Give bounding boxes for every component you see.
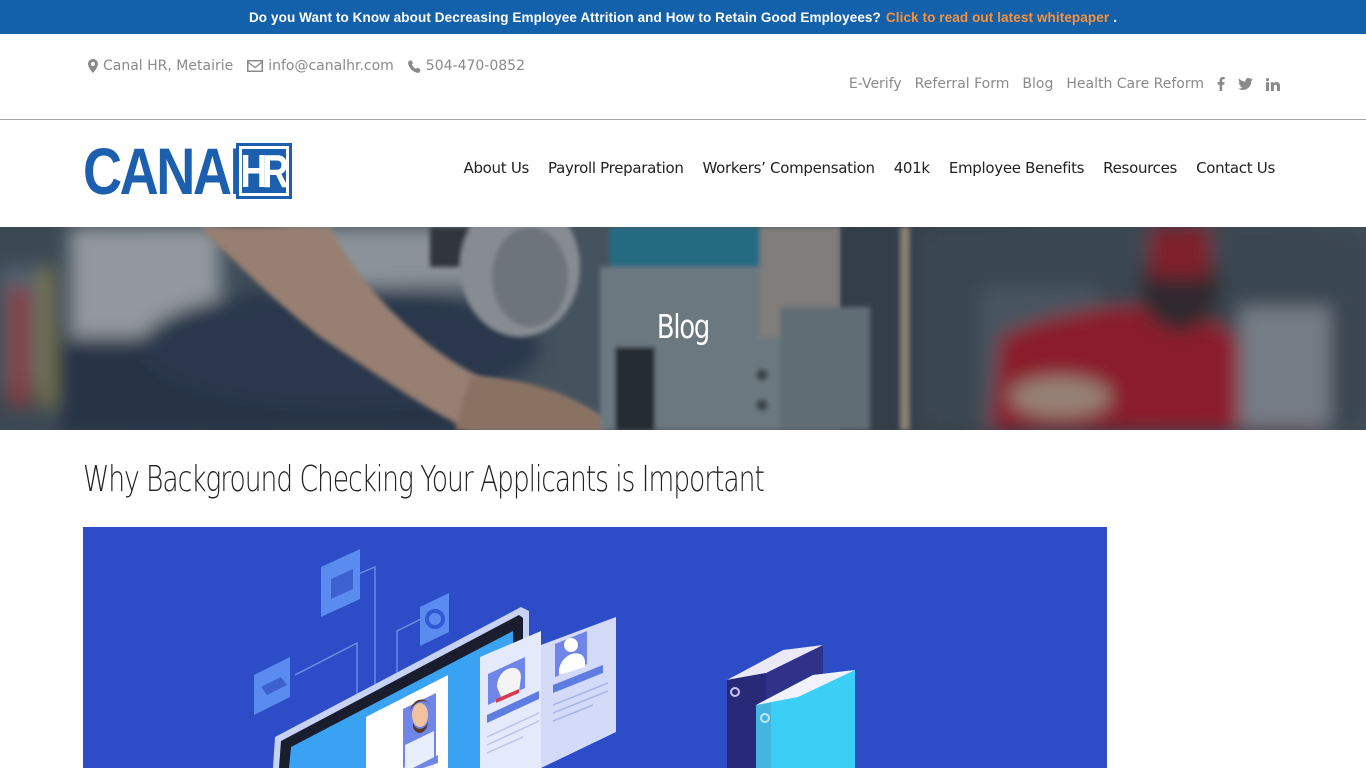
linkedin-link[interactable] (1266, 77, 1280, 91)
top-link-referral-form[interactable]: Referral Form (915, 76, 1010, 92)
top-info-bar: Canal HR, Metairie info@canalhr.com 504-… (0, 34, 1366, 120)
phone-text[interactable]: 504-470-0852 (426, 58, 525, 74)
canal-hr-logo[interactable]: CANAL HR (83, 134, 292, 208)
contact-location: Canal HR, Metairie (88, 58, 233, 74)
twitter-icon (1238, 78, 1253, 90)
top-link-e-verify[interactable]: E-Verify (849, 76, 902, 92)
email-text[interactable]: info@canalhr.com (268, 58, 394, 74)
phone-icon (407, 59, 421, 73)
site-header: CANAL HR About Us Payroll Preparation Wo… (0, 121, 1366, 227)
post-featured-image (83, 527, 1107, 768)
contact-info: Canal HR, Metairie info@canalhr.com 504-… (88, 58, 539, 74)
contact-phone[interactable]: 504-470-0852 (407, 58, 525, 74)
nav-401k[interactable]: 401k (894, 159, 930, 177)
nav-payroll-preparation[interactable]: Payroll Preparation (548, 159, 684, 177)
linkedin-icon (1266, 77, 1280, 91)
nav-workers-compensation[interactable]: Workers’ Compensation (703, 159, 875, 177)
location-text: Canal HR, Metairie (103, 58, 234, 74)
nav-about-us[interactable]: About Us (464, 159, 530, 177)
nav-contact-us[interactable]: Contact Us (1196, 159, 1275, 177)
announcement-text: Do you Want to Know about Decreasing Emp… (248, 9, 881, 25)
post-title: Why Background Checking Your Applicants … (83, 459, 765, 500)
background-check-illustration (83, 527, 1107, 768)
announcement-bar: Do you Want to Know about Decreasing Emp… (0, 0, 1366, 34)
whitepaper-link[interactable]: Click to read out latest whitepaper (886, 10, 1109, 25)
nav-resources[interactable]: Resources (1103, 159, 1177, 177)
top-link-blog[interactable]: Blog (1022, 76, 1053, 92)
top-links: E-Verify Referral Form Blog Health Care … (836, 76, 1280, 92)
announcement-suffix: . (1113, 9, 1118, 25)
facebook-link[interactable] (1217, 77, 1225, 91)
main-nav: About Us Payroll Preparation Workers’ Co… (445, 159, 1276, 177)
logo-hr-text: HR (240, 145, 288, 197)
facebook-icon (1217, 77, 1225, 91)
map-marker-icon (88, 59, 98, 73)
hero-title: Blog (656, 307, 710, 346)
hero-banner: Blog (0, 227, 1366, 430)
logo-wordmark: CANAL (83, 134, 263, 208)
envelope-icon (247, 60, 264, 72)
top-link-health-care-reform[interactable]: Health Care Reform (1066, 76, 1204, 92)
nav-employee-benefits[interactable]: Employee Benefits (949, 159, 1085, 177)
contact-email[interactable]: info@canalhr.com (247, 58, 394, 74)
logo-hr-badge: HR (236, 143, 292, 199)
twitter-link[interactable] (1238, 78, 1253, 90)
